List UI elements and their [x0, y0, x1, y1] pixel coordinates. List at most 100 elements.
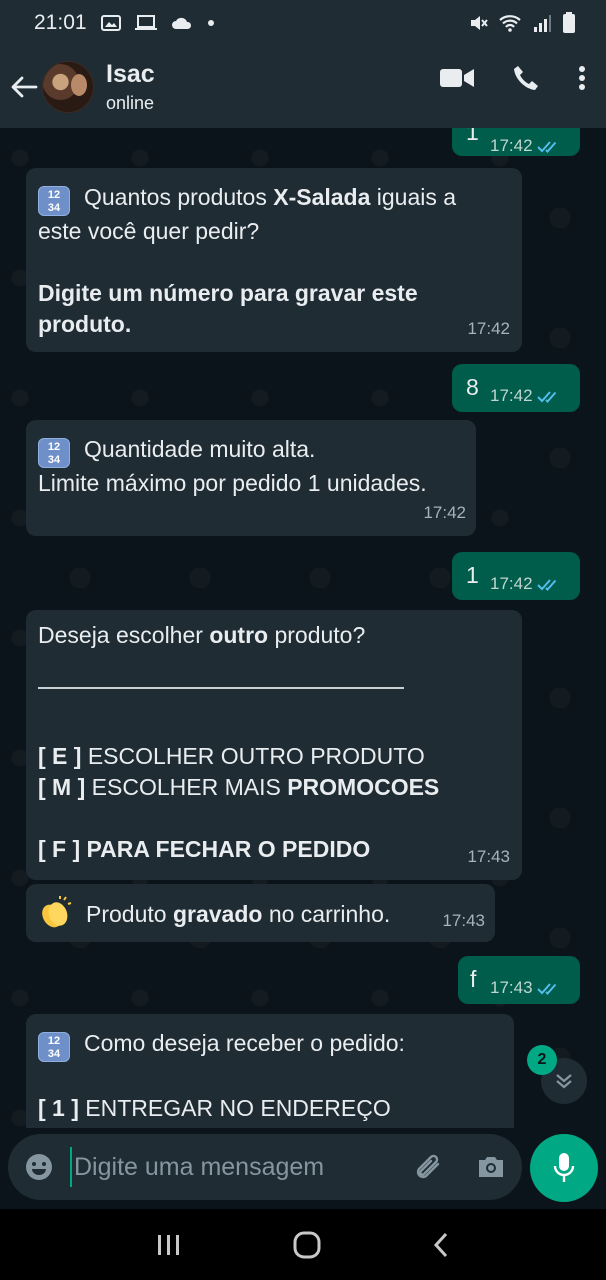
message-outgoing[interactable]: f 17:43 — [458, 956, 580, 1004]
option-text: PARA FECHAR O PEDIDO — [80, 836, 371, 862]
camera-icon[interactable] — [476, 1154, 506, 1180]
keycap-1234-icon: 12 34 — [38, 186, 70, 216]
mute-icon — [471, 16, 488, 30]
time-label: 17:42 — [490, 574, 533, 593]
message-line: Produto gravado no carrinho. — [38, 896, 483, 930]
avatar[interactable] — [42, 61, 94, 113]
battery-icon — [563, 12, 575, 33]
dot-icon — [207, 20, 214, 26]
clapping-hands-icon — [42, 896, 72, 928]
text-segment: Deseja escolher — [38, 622, 210, 648]
signal-icon — [534, 15, 551, 32]
text-segment: Quantidade muito alta. — [84, 436, 316, 462]
option-key: [ F ] — [38, 836, 81, 862]
text-bold: gravado — [172, 901, 263, 927]
message-time: 17:42 — [467, 319, 510, 338]
time-label: 17:42 — [490, 136, 533, 155]
message-time: 17:42 — [490, 380, 561, 411]
option-text: ESCOLHER MAIS — [85, 774, 288, 800]
double-check-icon — [536, 578, 556, 591]
video-call-icon[interactable] — [440, 67, 474, 89]
text-segment: iguais a — [370, 184, 457, 210]
emoji-icon[interactable] — [24, 1152, 54, 1182]
text-bold: X-Salada — [273, 184, 371, 210]
home-icon[interactable] — [293, 1231, 321, 1259]
keycap-1234-icon: 12 34 — [38, 1032, 70, 1062]
arrow-left-icon — [11, 76, 38, 98]
message-time: 17:42 — [490, 568, 561, 599]
contact-info[interactable]: Isac online — [106, 59, 155, 115]
message-line: produto. — [38, 309, 510, 340]
message-line: 12 34 Quantidade muito alta. — [38, 434, 464, 468]
text-segment: produto? — [268, 622, 366, 648]
message-composer — [8, 1134, 522, 1200]
text-bold: outro — [209, 622, 269, 648]
status-time: 21:01 — [34, 11, 87, 34]
double-check-icon — [536, 390, 556, 403]
option-key: [ 1 ] — [38, 1095, 79, 1121]
more-options-icon[interactable] — [578, 65, 586, 91]
wifi-icon — [499, 15, 521, 32]
message-time: 17:42 — [490, 130, 561, 161]
text-bold: Digite um número para gravar este — [38, 280, 418, 306]
contact-status: online — [106, 93, 155, 113]
option-key: [ M ] — [38, 774, 86, 800]
voice-record-button[interactable] — [530, 1134, 598, 1202]
back-nav-icon[interactable] — [432, 1232, 450, 1258]
contact-name: Isac — [106, 60, 155, 88]
message-incoming[interactable]: Deseja escolher outro produto? [ E ] ESC… — [26, 610, 522, 880]
message-line: Digite um número para gravar este — [38, 278, 510, 309]
double-check-icon — [536, 140, 556, 153]
chat-header: Isac online — [0, 46, 606, 128]
laptop-icon — [134, 15, 157, 30]
option-m: [ M ] ESCOLHER MAIS PROMOCOES — [38, 772, 510, 803]
text-segment: Quantos produtos — [84, 184, 274, 210]
time-label: 17:42 — [490, 386, 533, 405]
chat-area[interactable]: 1 17:42 12 34 Quantos produtos X-Salada ig… — [0, 128, 606, 1128]
recent-apps-icon[interactable] — [156, 1233, 182, 1257]
option-text: ESCOLHER OUTRO PRODUTO — [81, 743, 425, 769]
gallery-icon — [100, 15, 121, 31]
message-line: 12 34 Quantos produtos X-Salada iguais a — [38, 182, 510, 216]
message-time: 17:42 — [423, 503, 466, 522]
message-time: 17:43 — [442, 911, 485, 930]
option-f: [ F ] PARA FECHAR O PEDIDO — [38, 834, 510, 865]
message-text: 1 — [466, 562, 479, 588]
message-incoming[interactable]: 12 34 Quantos produtos X-Salada iguais a e… — [26, 168, 522, 352]
time-label: 17:43 — [490, 978, 533, 997]
status-bar: 21:01 — [0, 0, 606, 46]
system-navigation-bar — [0, 1209, 606, 1280]
message-outgoing[interactable]: 8 17:42 — [452, 364, 580, 412]
option-e: [ E ] ESCOLHER OUTRO PRODUTO — [38, 741, 510, 772]
message-text: 8 — [466, 374, 479, 400]
message-incoming[interactable]: 12 34 Quantidade muito alta. Limite máximo… — [26, 420, 476, 536]
text-bold: PROMOCOES — [287, 774, 440, 800]
phone-icon[interactable] — [512, 64, 540, 92]
text-segment: no carrinho. — [262, 901, 391, 927]
message-text: 1 — [466, 128, 479, 145]
message-incoming[interactable]: 12 34 Como deseja receber o pedido: [ 1 ] … — [26, 1014, 514, 1128]
keycap-1234-icon: 12 34 — [38, 438, 70, 468]
microphone-icon — [553, 1153, 575, 1182]
text-segment: Produto — [86, 901, 173, 927]
cloud-icon — [171, 17, 191, 29]
option-text: ENTREGAR NO ENDEREÇO — [78, 1095, 391, 1121]
message-time: 17:43 — [467, 847, 510, 866]
message-time: 17:43 — [490, 972, 561, 1003]
option-key: [ E ] — [38, 743, 82, 769]
message-outgoing[interactable]: 1 17:42 — [452, 552, 580, 600]
message-line: Deseja escolher outro produto? — [38, 620, 510, 651]
double-chevron-down-icon — [556, 1074, 572, 1089]
message-line: Limite máximo por pedido 1 unidades. — [38, 470, 427, 496]
message-incoming[interactable]: Produto gravado no carrinho. 17:43 — [26, 884, 495, 942]
message-text: f — [470, 966, 477, 992]
option-1: [ 1 ] ENTREGAR NO ENDEREÇO — [38, 1093, 502, 1124]
text-bold: produto. — [38, 311, 132, 337]
message-line: 12 34 Como deseja receber o pedido: — [38, 1028, 502, 1062]
back-button[interactable] — [8, 67, 40, 107]
message-input[interactable] — [70, 1147, 412, 1187]
message-outgoing[interactable]: 1 17:42 — [452, 128, 580, 156]
unread-count-badge: 2 — [527, 1045, 557, 1075]
message-line: este você quer pedir? — [38, 218, 260, 244]
attach-icon[interactable] — [412, 1152, 446, 1182]
